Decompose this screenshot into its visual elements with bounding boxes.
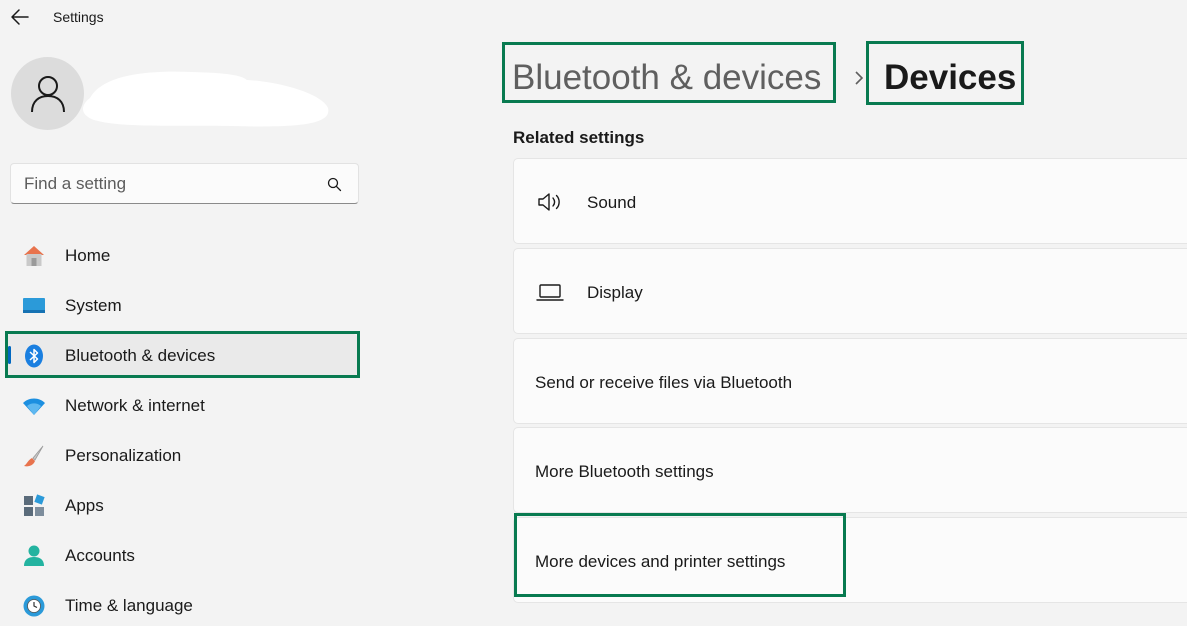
sidebar-item-label: Time & language xyxy=(65,596,193,615)
card-more-bluetooth-settings[interactable]: More Bluetooth settings xyxy=(513,427,1187,513)
sidebar-item-label: Accounts xyxy=(65,546,135,565)
sidebar-item-label: Personalization xyxy=(65,446,182,465)
wifi-icon xyxy=(23,398,45,415)
app-title: Settings xyxy=(53,9,104,25)
sidebar-item-label: System xyxy=(65,296,122,315)
sidebar-item-system[interactable]: System xyxy=(7,284,357,326)
card-display[interactable]: Display xyxy=(513,248,1187,334)
redacted-user-name xyxy=(83,71,329,127)
system-icon xyxy=(23,298,45,313)
search-input[interactable] xyxy=(24,174,314,194)
sidebar-item-personalization[interactable]: Personalization xyxy=(7,434,357,476)
sidebar-item-accounts[interactable]: Accounts xyxy=(7,534,357,576)
laptop-icon xyxy=(536,284,564,301)
card-label: Send or receive files via Bluetooth xyxy=(535,373,793,392)
brush-icon xyxy=(24,445,44,467)
sidebar-item-home[interactable]: Home xyxy=(7,234,357,276)
breadcrumb-parent[interactable]: Bluetooth & devices xyxy=(512,58,821,98)
speaker-icon xyxy=(538,193,560,211)
page-title: Devices xyxy=(884,58,1017,97)
search-icon[interactable] xyxy=(327,177,342,192)
card-sound[interactable]: Sound xyxy=(513,158,1187,244)
accounts-icon xyxy=(24,545,44,566)
card-label: More devices and printer settings xyxy=(535,552,786,571)
sidebar-item-network[interactable]: Network & internet xyxy=(7,384,357,426)
search-box[interactable] xyxy=(10,163,359,204)
sidebar-item-label: Bluetooth & devices xyxy=(65,346,216,365)
sidebar-item-label: Network & internet xyxy=(65,396,205,415)
sidebar-item-time-language[interactable]: Time & language xyxy=(7,584,357,626)
clock-globe-icon xyxy=(23,595,45,617)
sidebar-item-label: Apps xyxy=(65,496,104,515)
sidebar-item-label: Home xyxy=(65,246,111,265)
title-bar: Settings xyxy=(0,0,1187,34)
sidebar-item-bluetooth-devices[interactable]: Bluetooth & devices xyxy=(7,334,357,376)
section-title: Related settings xyxy=(513,128,645,147)
bluetooth-icon xyxy=(25,344,43,368)
card-more-devices-printers[interactable]: More devices and printer settings xyxy=(513,517,1187,603)
back-arrow-icon xyxy=(11,9,29,25)
card-label: More Bluetooth settings xyxy=(535,462,714,481)
avatar[interactable] xyxy=(11,57,84,130)
apps-icon xyxy=(24,494,45,516)
card-label: Sound xyxy=(587,193,637,212)
chevron-right-icon xyxy=(855,71,864,85)
home-icon xyxy=(24,246,44,266)
person-icon xyxy=(30,75,65,112)
card-label: Display xyxy=(587,283,643,302)
card-send-receive-bluetooth[interactable]: Send or receive files via Bluetooth xyxy=(513,338,1187,424)
back-button[interactable] xyxy=(10,8,30,26)
sidebar-item-apps[interactable]: Apps xyxy=(7,484,357,526)
